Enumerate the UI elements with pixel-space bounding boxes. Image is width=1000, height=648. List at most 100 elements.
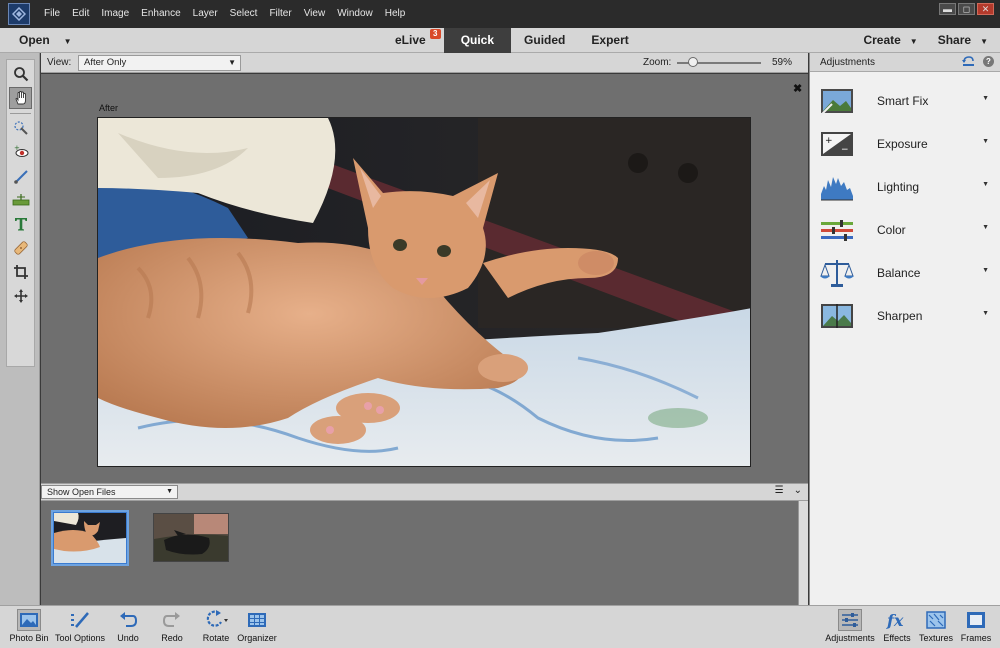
menu-window[interactable]: Window <box>331 0 379 28</box>
menu-bar: File Edit Image Enhance Layer Select Fil… <box>0 0 1000 28</box>
menu-help[interactable]: Help <box>379 0 412 28</box>
whiten-teeth-tool[interactable] <box>9 165 32 187</box>
maximize-button[interactable]: ◻ <box>958 3 975 15</box>
help-icon[interactable]: ? <box>983 56 994 67</box>
tab-elive-label: eLive <box>395 33 426 47</box>
adjustment-label: Exposure <box>877 137 928 151</box>
bottom-bar: Photo Bin Tool Options Undo Redo Rotate … <box>0 605 1000 648</box>
menu-layer[interactable]: Layer <box>187 0 224 28</box>
menu-file[interactable]: File <box>38 0 66 28</box>
spot-healing-tool[interactable] <box>9 237 32 259</box>
zoom-slider-thumb[interactable] <box>688 57 699 67</box>
adjustment-exposure[interactable]: + − Exposure ▼ <box>810 127 1000 163</box>
view-dropdown-value: After Only <box>84 57 127 68</box>
photo-bin-scrollbar[interactable] <box>798 501 808 605</box>
adjustment-label: Lighting <box>877 180 920 194</box>
tab-elive[interactable]: eLive 3 <box>382 28 444 53</box>
thumbnail-cat-orange[interactable] <box>51 510 129 566</box>
zoom-label: Zoom: <box>643 57 672 68</box>
menu-edit[interactable]: Edit <box>66 0 95 28</box>
eye-icon: + <box>14 144 28 157</box>
straighten-tool[interactable] <box>9 189 32 211</box>
photo-bin-button[interactable]: Photo Bin <box>8 609 50 647</box>
exposure-icon: +− <box>821 132 853 156</box>
rotate-button[interactable]: Rotate <box>198 609 234 647</box>
adjustment-smart-fix[interactable]: Smart Fix ▼ <box>810 84 1000 120</box>
hand-icon <box>15 91 26 105</box>
menu-filter[interactable]: Filter <box>263 0 297 28</box>
adjustment-lighting[interactable]: Lighting ▼ <box>810 170 1000 206</box>
menu-enhance[interactable]: Enhance <box>135 0 186 28</box>
redo-button[interactable]: Redo <box>158 609 186 647</box>
photo-bin-controls: ☰ ⌄ <box>775 485 802 496</box>
adjustments-panel-title: Adjustments <box>820 57 876 68</box>
chevron-down-icon[interactable]: ⌄ <box>794 485 802 496</box>
adjustments-panel: Adjustments ? Smart Fix ▼ + − Exposure ▼ … <box>809 53 1000 605</box>
smart-fix-icon <box>820 89 853 116</box>
chevron-down-icon: ▼ <box>982 95 989 102</box>
bin-menu-icon[interactable]: ☰ <box>775 485 784 496</box>
adjustment-balance[interactable]: Balance ▼ <box>810 256 1000 292</box>
move-tool[interactable] <box>9 285 32 307</box>
adjustment-sharpen[interactable]: Sharpen ▼ <box>810 299 1000 335</box>
reset-icon[interactable] <box>962 56 975 67</box>
chevron-down-icon: ▼ <box>166 488 173 495</box>
create-share-group: Create ▼ Share ▼ <box>863 28 988 53</box>
toolbox-area: + <box>0 53 40 605</box>
elive-notification-badge: 3 <box>429 29 441 39</box>
type-tool[interactable] <box>9 213 32 235</box>
thumbnail-cat-black[interactable] <box>153 513 229 562</box>
textures-icon <box>924 609 948 631</box>
tab-guided[interactable]: Guided <box>511 28 578 53</box>
tab-quick[interactable]: Quick <box>443 28 512 53</box>
view-dropdown[interactable]: After Only ▼ <box>78 55 241 71</box>
organizer-icon <box>245 609 269 631</box>
open-button[interactable]: Open ▼ <box>19 28 72 54</box>
close-icon[interactable]: ✖ <box>793 82 802 95</box>
toolbox: + <box>6 59 35 367</box>
share-button[interactable]: Share ▼ <box>938 28 988 53</box>
photo-bin-filter-dropdown[interactable]: Show Open Files ▼ <box>41 485 178 499</box>
svg-text:−: − <box>841 145 849 155</box>
crop-tool[interactable] <box>9 261 32 283</box>
hand-tool[interactable] <box>9 87 32 109</box>
move-icon <box>13 289 28 303</box>
tab-expert[interactable]: Expert <box>578 28 641 53</box>
window-controls: ▬ ◻ ✕ <box>939 3 994 15</box>
menu-view[interactable]: View <box>298 0 332 28</box>
adjustments-button[interactable]: Adjustments <box>824 609 876 647</box>
crop-icon <box>13 265 28 279</box>
zoom-tool[interactable] <box>9 63 32 85</box>
adjustment-color[interactable]: Color ▼ <box>810 213 1000 249</box>
menu-select[interactable]: Select <box>224 0 264 28</box>
lighting-icon <box>821 177 853 201</box>
tool-options-button[interactable]: Tool Options <box>54 609 106 647</box>
effects-icon: fx <box>885 609 909 631</box>
photo-canvas[interactable] <box>97 117 751 467</box>
quick-selection-tool[interactable] <box>9 117 32 139</box>
effects-button[interactable]: fx Effects <box>882 609 912 647</box>
frames-button[interactable]: Frames <box>960 609 992 647</box>
minimize-button[interactable]: ▬ <box>939 3 956 15</box>
organizer-button[interactable]: Organizer <box>236 609 278 647</box>
textures-button[interactable]: Textures <box>918 609 954 647</box>
photo-bin-label: Photo Bin <box>9 633 49 643</box>
mode-bar: Open ▼ eLive 3 Quick Guided Expert Create… <box>0 28 1000 53</box>
svg-text:fx: fx <box>886 611 904 629</box>
photoshop-elements-logo-icon <box>8 3 30 25</box>
sharpen-icon <box>821 304 853 328</box>
create-button[interactable]: Create ▼ <box>863 28 917 53</box>
undo-label: Undo <box>117 633 139 643</box>
photo-bin <box>41 501 808 605</box>
chevron-down-icon: ▼ <box>980 37 988 46</box>
zoom-value: 59% <box>772 57 793 68</box>
menu-image[interactable]: Image <box>95 0 135 28</box>
close-button[interactable]: ✕ <box>977 3 994 15</box>
red-eye-tool[interactable]: + <box>9 141 32 163</box>
undo-button[interactable]: Undo <box>114 609 142 647</box>
frames-icon <box>964 609 988 631</box>
redo-icon <box>160 609 184 631</box>
chevron-down-icon: ▼ <box>228 58 236 67</box>
mode-tabs: eLive 3 Quick Guided Expert <box>382 28 642 53</box>
adjustment-label: Balance <box>877 266 921 280</box>
